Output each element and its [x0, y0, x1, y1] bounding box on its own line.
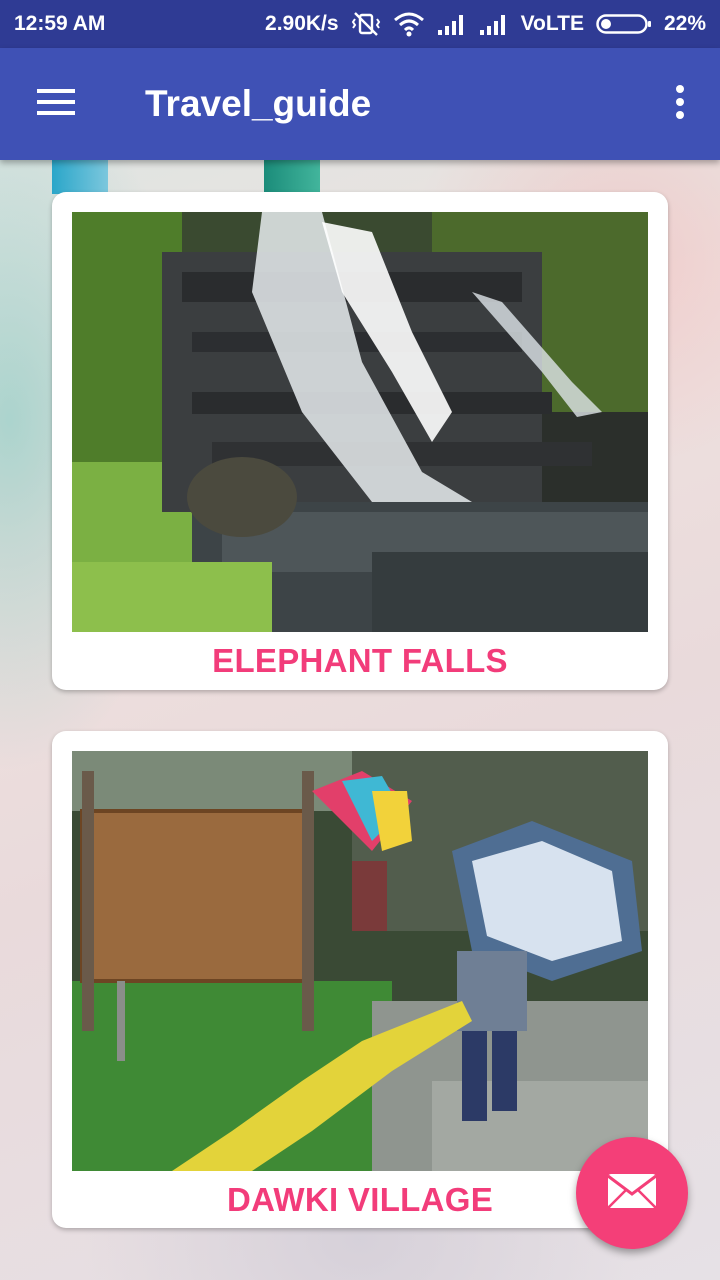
status-icons: 2.90K/s VoLTE 22%: [265, 11, 706, 37]
waterfall-photo[interactable]: [72, 212, 648, 632]
wifi-icon: [393, 11, 425, 37]
more-vert-icon: [675, 84, 685, 125]
mail-icon: [606, 1172, 658, 1215]
overflow-menu-button[interactable]: [660, 78, 700, 130]
status-bar: 12:59 AM 2.90K/s VoLTE 22%: [0, 0, 720, 48]
signal-icon: [479, 12, 509, 36]
menu-button[interactable]: [26, 78, 86, 130]
hamburger-menu-icon: [37, 87, 75, 122]
vibrate-off-icon: [351, 11, 381, 37]
place-card[interactable]: DAWKI VILLAGE: [52, 731, 668, 1228]
status-time: 12:59 AM: [14, 12, 106, 35]
place-card[interactable]: ELEPHANT FALLS: [52, 192, 668, 690]
app-title: Travel_guide: [145, 83, 372, 124]
network-speed: 2.90K/s: [265, 12, 339, 35]
background-accent-strip: [264, 160, 320, 194]
card-title: ELEPHANT FALLS: [212, 642, 508, 679]
compose-mail-fab[interactable]: [576, 1137, 688, 1249]
battery-icon: [596, 13, 652, 35]
village-photo[interactable]: [72, 751, 648, 1171]
signal-icon: [437, 12, 467, 36]
network-type: VoLTE: [520, 12, 584, 35]
background-accent-strip: [52, 160, 108, 194]
app-bar: Travel_guide: [0, 48, 720, 160]
battery-percent: 22%: [663, 12, 706, 35]
